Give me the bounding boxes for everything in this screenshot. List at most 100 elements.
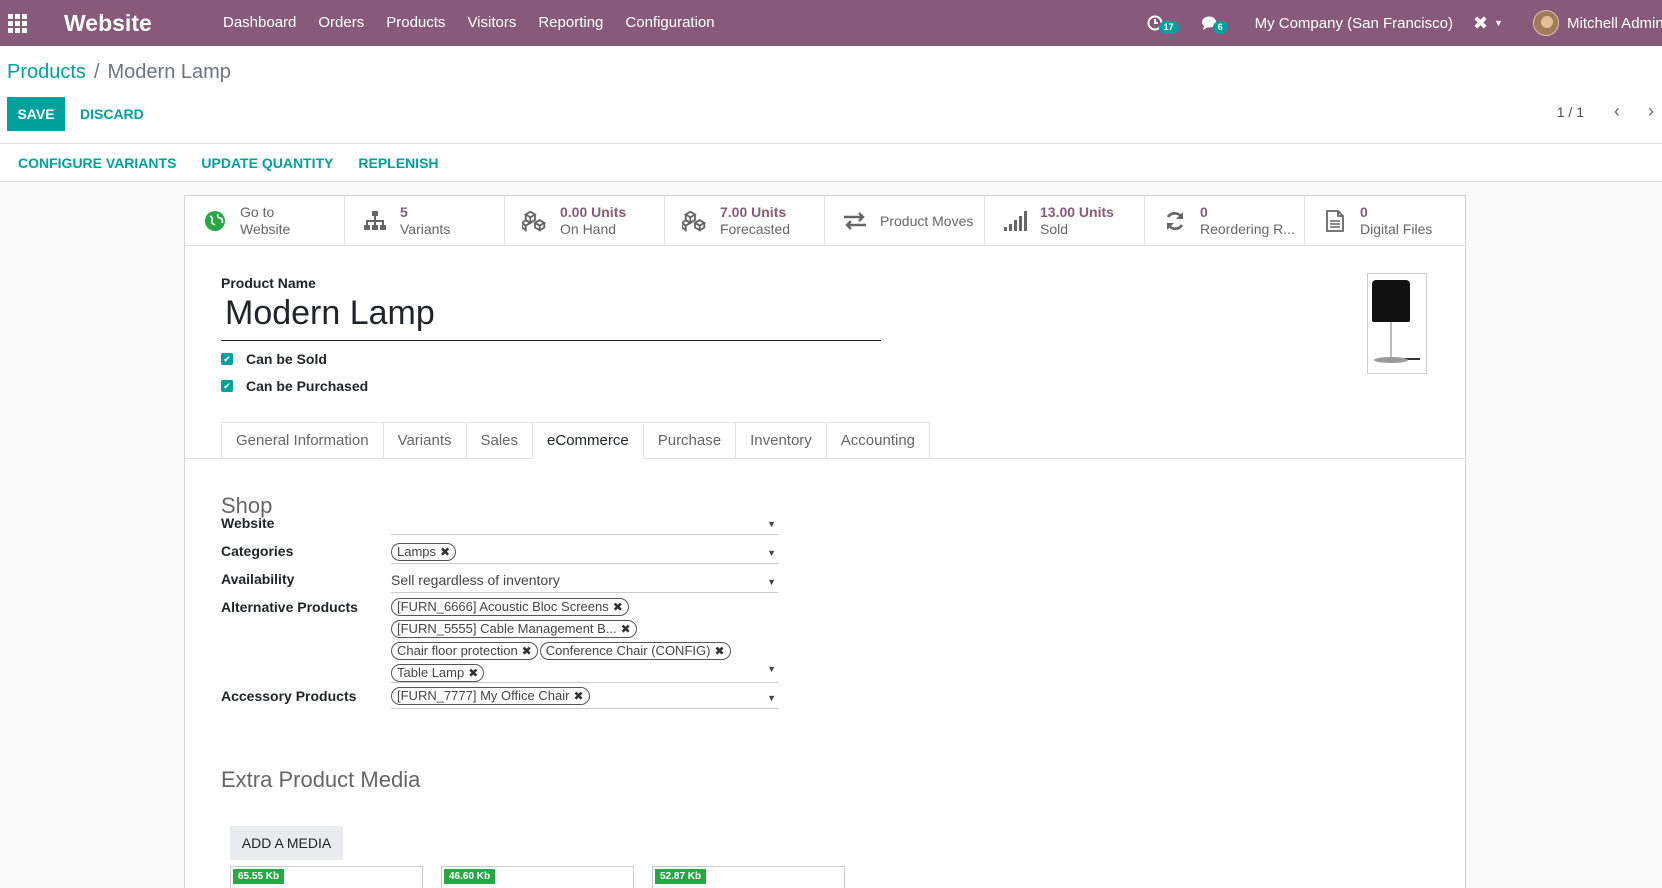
tab-ecommerce[interactable]: eCommerce xyxy=(532,422,643,459)
categories-label: Categories xyxy=(221,543,294,559)
media-card[interactable]: 46.60 Kb xyxy=(441,866,634,888)
tag-label: Conference Chair (CONFIG) xyxy=(545,643,711,658)
media-size-badge: 46.60 Kb xyxy=(444,869,496,884)
media-size-badge: 65.55 Kb xyxy=(233,869,285,884)
stat-label: Digital Files xyxy=(1360,221,1433,237)
tag-label: [FURN_6666] Acoustic Bloc Screens xyxy=(397,599,609,614)
app-name: Website xyxy=(64,9,152,36)
menu-dashboard[interactable]: Dashboard xyxy=(212,0,307,46)
company-switcher[interactable]: My Company (San Francisco) xyxy=(1255,15,1453,32)
menu-visitors[interactable]: Visitors xyxy=(456,0,527,46)
activity-button[interactable]: 17 xyxy=(1147,15,1179,34)
product-moves-button[interactable]: Product Moves xyxy=(825,196,985,246)
go-to-website-button[interactable]: Go to Website xyxy=(185,196,345,246)
categories-field[interactable]: Lamps ✖ ▼ xyxy=(391,541,778,564)
availability-select[interactable]: Sell regardless of inventory ▼ xyxy=(391,569,778,593)
globe-icon xyxy=(202,210,228,232)
on-hand-stat-button[interactable]: 0.00 Units On Hand xyxy=(505,196,665,246)
caret-down-icon: ▼ xyxy=(767,548,776,558)
add-media-button[interactable]: ADD A MEDIA xyxy=(230,826,343,860)
media-size-badge: 52.87 Kb xyxy=(655,869,707,884)
can-be-sold-checkbox[interactable]: ✔ xyxy=(221,353,233,365)
remove-tag-icon[interactable]: ✖ xyxy=(573,689,583,703)
tag-lamps: Lamps ✖ xyxy=(391,543,457,561)
user-menu[interactable]: Mitchell Admin xyxy=(1567,15,1662,32)
stat-label: Variants xyxy=(400,221,451,237)
refresh-icon xyxy=(1162,210,1188,232)
main-menu: Dashboard Orders Products Visitors Repor… xyxy=(212,0,726,46)
stat-label: Product Moves xyxy=(880,212,974,229)
chevron-right-icon[interactable]: › xyxy=(1648,101,1654,122)
tag-label: [FURN_7777] My Office Chair xyxy=(397,688,570,703)
can-be-purchased-checkbox[interactable]: ✔ xyxy=(221,380,233,392)
stat-label: Sold xyxy=(1040,221,1069,237)
stat-value: 13.00 Units xyxy=(1040,204,1114,220)
replenish-button[interactable]: REPLENISH xyxy=(358,155,438,171)
caret-down-icon: ▼ xyxy=(767,693,776,703)
accessory-products-field[interactable]: [FURN_7777] My Office Chair ✖ ▼ xyxy=(391,685,778,709)
save-button[interactable]: SAVE xyxy=(7,97,65,131)
menu-configuration[interactable]: Configuration xyxy=(614,0,725,46)
remove-tag-icon[interactable]: ✖ xyxy=(621,622,631,636)
form-sheet: Go to Website 5 Variants 0.00 Units On Hand… xyxy=(184,195,1466,888)
website-label: Website xyxy=(221,515,275,531)
stat-value: 5 xyxy=(400,204,408,220)
forecasted-stat-button[interactable]: 7.00 Units Forecasted xyxy=(665,196,825,246)
apps-menu-icon[interactable] xyxy=(0,0,34,46)
pager-value[interactable]: 1 / 1 xyxy=(1557,104,1584,120)
exchange-icon xyxy=(842,212,868,230)
tab-sales[interactable]: Sales xyxy=(465,422,533,459)
stat-value: 0 xyxy=(1360,204,1368,220)
signal-icon xyxy=(1002,211,1028,231)
breadcrumb-products[interactable]: Products xyxy=(7,61,86,84)
remove-tag-icon[interactable]: ✖ xyxy=(613,600,623,614)
tag-acoustic-bloc-screens: [FURN_6666] Acoustic Bloc Screens ✖ xyxy=(391,598,629,616)
discard-button[interactable]: DISCARD xyxy=(80,97,144,131)
debug-icon[interactable]: ✖ xyxy=(1473,13,1488,34)
tab-purchase[interactable]: Purchase xyxy=(642,422,736,459)
product-name-input[interactable]: Modern Lamp xyxy=(221,294,881,341)
update-quantity-button[interactable]: UPDATE QUANTITY xyxy=(201,155,333,171)
tag-table-lamp: Table Lamp ✖ xyxy=(391,664,485,682)
caret-down-icon: ▼ xyxy=(767,577,776,587)
tag-my-office-chair: [FURN_7777] My Office Chair ✖ xyxy=(391,687,590,705)
remove-tag-icon[interactable]: ✖ xyxy=(440,545,450,559)
product-image[interactable] xyxy=(1367,273,1427,374)
messages-button[interactable]: 6 xyxy=(1201,15,1228,34)
tag-label: Chair floor protection xyxy=(397,643,518,658)
menu-products[interactable]: Products xyxy=(375,0,456,46)
configure-variants-button[interactable]: CONFIGURE VARIANTS xyxy=(18,155,176,171)
messages-badge: 6 xyxy=(1212,21,1228,34)
remove-tag-icon[interactable]: ✖ xyxy=(468,666,478,680)
can-be-purchased-row: ✔ Can be Purchased xyxy=(221,378,368,394)
digital-files-button[interactable]: 0 Digital Files xyxy=(1305,196,1465,246)
stat-label: Website xyxy=(240,221,291,237)
tab-general-information[interactable]: General Information xyxy=(221,422,383,459)
reordering-rules-button[interactable]: 0 Reordering R... xyxy=(1145,196,1305,246)
can-be-purchased-label: Can be Purchased xyxy=(246,378,369,394)
caret-down-icon[interactable]: ▼ xyxy=(1494,18,1503,28)
accessory-products-label: Accessory Products xyxy=(221,688,357,704)
caret-down-icon: ▼ xyxy=(767,664,776,674)
alternative-products-field[interactable]: [FURN_6666] Acoustic Bloc Screens ✖ [FURN… xyxy=(391,596,778,683)
tab-variants[interactable]: Variants xyxy=(382,422,466,459)
variants-stat-button[interactable]: 5 Variants xyxy=(345,196,505,246)
remove-tag-icon[interactable]: ✖ xyxy=(522,644,532,658)
tab-inventory[interactable]: Inventory xyxy=(735,422,826,459)
stat-value: Go to xyxy=(240,204,275,220)
menu-reporting[interactable]: Reporting xyxy=(527,0,614,46)
chevron-left-icon[interactable]: ‹ xyxy=(1614,101,1620,122)
extra-media-title: Extra Product Media xyxy=(221,767,421,792)
menu-orders[interactable]: Orders xyxy=(307,0,375,46)
breadcrumb-separator: / xyxy=(93,61,100,83)
website-select[interactable]: ▼ xyxy=(391,512,778,535)
navbar-right: 17 6 My Company (San Francisco) ✖ ▼ Mitc… xyxy=(1147,0,1662,46)
media-card[interactable]: 65.55 Kb xyxy=(230,866,423,888)
remove-tag-icon[interactable]: ✖ xyxy=(714,644,724,658)
media-card[interactable]: 52.87 Kb xyxy=(652,866,845,888)
sold-stat-button[interactable]: 13.00 Units Sold xyxy=(985,196,1145,246)
can-be-sold-row: ✔ Can be Sold xyxy=(221,351,327,367)
availability-label: Availability xyxy=(221,571,295,587)
tab-accounting[interactable]: Accounting xyxy=(825,422,931,459)
user-avatar[interactable] xyxy=(1533,10,1559,36)
